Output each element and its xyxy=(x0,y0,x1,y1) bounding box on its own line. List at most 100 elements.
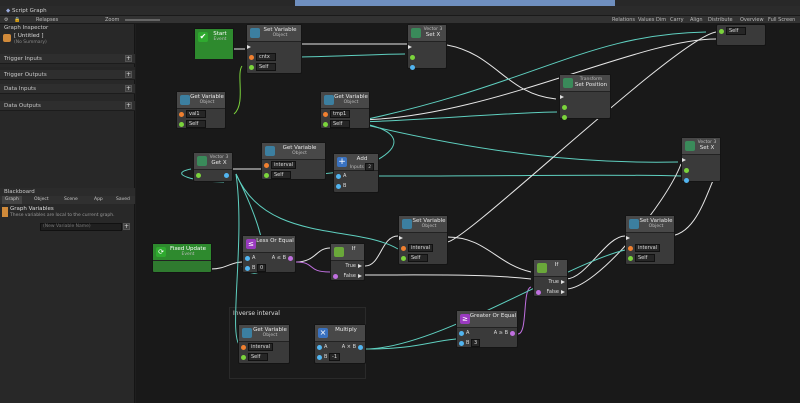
object-port[interactable] xyxy=(719,29,724,34)
vector3-set-x-node[interactable]: Vector 3 Set X xyxy=(681,137,721,183)
flow-input-port[interactable] xyxy=(247,45,251,49)
condition-port[interactable] xyxy=(333,274,338,279)
variable-scope[interactable]: Object xyxy=(259,33,301,38)
string-port[interactable] xyxy=(241,345,246,350)
variable-scope[interactable]: Object xyxy=(411,224,447,229)
add-variable-button[interactable]: + xyxy=(123,223,130,230)
add-node[interactable]: + Add Inputs 2 A B xyxy=(333,153,379,193)
flow-input-port[interactable] xyxy=(408,45,412,49)
new-variable-input[interactable]: (New Variable Name) xyxy=(40,223,122,231)
flow-input-port[interactable] xyxy=(626,236,630,240)
flow-input-port[interactable] xyxy=(560,95,564,99)
get-variable-node-partial[interactable]: Self xyxy=(716,24,766,46)
b-value-field[interactable]: 0 xyxy=(257,264,267,272)
tab-graph[interactable]: Graph xyxy=(2,196,22,204)
toolbar-align[interactable]: Align xyxy=(690,16,703,24)
variable-scope[interactable]: Object xyxy=(274,151,325,156)
if-node[interactable]: If True False xyxy=(533,259,568,297)
transform-set-position-node[interactable]: Transform Set Position xyxy=(559,74,611,120)
toolbar-relations[interactable]: Relations xyxy=(612,16,635,24)
add-icon[interactable]: + xyxy=(125,55,132,62)
flow-input-port[interactable] xyxy=(682,158,686,162)
variable-name-field[interactable]: tmp1 xyxy=(330,110,350,118)
greater-or-equal-node[interactable]: ≥ Greater Or Equal A A ≥ B B 3 xyxy=(456,310,518,348)
self-field[interactable]: Self xyxy=(186,120,206,128)
get-variable-node[interactable]: Get Variable Object tmp1 Self xyxy=(320,91,370,129)
add-icon[interactable]: + xyxy=(125,71,132,78)
variable-name-field[interactable]: interval xyxy=(271,161,297,169)
true-output-port[interactable] xyxy=(358,264,362,268)
vector-port[interactable] xyxy=(196,173,201,178)
variable-name-field[interactable]: interval xyxy=(408,244,434,252)
x-port[interactable] xyxy=(684,178,689,183)
b-value-field[interactable]: -1 xyxy=(329,353,341,361)
condition-port[interactable] xyxy=(536,290,541,295)
variable-name-field[interactable]: interval xyxy=(635,244,661,252)
zoom-slider[interactable] xyxy=(125,19,160,21)
string-port[interactable] xyxy=(323,112,328,117)
string-port[interactable] xyxy=(628,246,633,251)
a-port[interactable] xyxy=(336,174,341,179)
object-port[interactable] xyxy=(241,355,246,360)
variable-name-field[interactable]: interval xyxy=(248,343,274,351)
set-variable-node[interactable]: Set Variable Object interval Self xyxy=(625,215,675,265)
float-output-port[interactable] xyxy=(358,345,363,350)
variable-name-field[interactable]: cntx xyxy=(256,53,276,61)
toolbar-fullscreen[interactable]: Full Screen xyxy=(768,16,795,24)
toolbar-values[interactable]: Values xyxy=(638,16,654,24)
tab-scene[interactable]: Scene xyxy=(64,196,78,204)
variable-scope[interactable]: Object xyxy=(189,100,225,105)
string-port[interactable] xyxy=(179,112,184,117)
add-icon[interactable]: + xyxy=(125,102,132,109)
multiply-node[interactable]: × Multiply A A × B B -1 xyxy=(314,324,366,364)
self-field[interactable]: Self xyxy=(256,63,276,71)
object-port[interactable] xyxy=(179,122,184,127)
start-event-node[interactable]: ✔ Start Event xyxy=(194,28,234,59)
false-output-port[interactable] xyxy=(358,274,362,278)
toolbar-overview[interactable]: Overview xyxy=(740,16,764,24)
value-port[interactable] xyxy=(562,115,567,120)
graph-title[interactable]: [ Untitled ] xyxy=(14,33,44,39)
fixed-update-event-node[interactable]: ⟳ Fixed Update Event xyxy=(152,243,212,273)
vector-port[interactable] xyxy=(410,55,415,60)
x-port[interactable] xyxy=(410,65,415,70)
b-port[interactable] xyxy=(245,266,250,271)
a-port[interactable] xyxy=(245,256,250,261)
self-field[interactable]: Self xyxy=(635,254,655,262)
toolbar-breadcrumb[interactable]: Relapses xyxy=(36,16,58,24)
get-variable-node[interactable]: Get Variable Object interval Self xyxy=(238,324,290,364)
a-port[interactable] xyxy=(459,331,464,336)
object-port[interactable] xyxy=(249,65,254,70)
target-port[interactable] xyxy=(562,105,567,110)
bool-output-port[interactable] xyxy=(288,256,293,261)
if-node[interactable]: If True False xyxy=(330,243,365,281)
gear-icon[interactable]: ⚙ xyxy=(4,16,8,24)
vector3-get-x-node[interactable]: Vector 3 Get X xyxy=(193,152,233,182)
tab-saved[interactable]: Saved xyxy=(116,196,130,204)
b-value-field[interactable]: 3 xyxy=(471,339,481,347)
add-icon[interactable]: + xyxy=(125,85,132,92)
script-graph-tab[interactable]: ◆ Script Graph xyxy=(2,6,51,16)
object-port[interactable] xyxy=(323,122,328,127)
graph-canvas[interactable]: Inverse interval ✔ Start Event Set Varia… xyxy=(136,24,800,403)
graph-summary[interactable]: (No Summary) xyxy=(14,40,47,45)
lock-icon[interactable]: 🔒 xyxy=(14,16,20,24)
flow-input-port[interactable] xyxy=(399,236,403,240)
variable-scope[interactable]: Object xyxy=(638,224,674,229)
variable-name-field[interactable]: val1 xyxy=(186,110,206,118)
toolbar-dim[interactable]: Dim xyxy=(656,16,666,24)
vector-port[interactable] xyxy=(684,168,689,173)
get-variable-node[interactable]: Get Variable Object interval Self xyxy=(261,142,326,180)
true-output-port[interactable] xyxy=(561,280,565,284)
less-or-equal-node[interactable]: ≤ Less Or Equal A A ≤ B B 0 xyxy=(242,235,296,273)
self-field[interactable]: Self xyxy=(726,27,746,35)
inputs-count-field[interactable]: 2 xyxy=(365,163,375,171)
toolbar-carry[interactable]: Carry xyxy=(670,16,684,24)
set-variable-node[interactable]: Set Variable Object interval Self xyxy=(398,215,448,265)
x-output-port[interactable] xyxy=(224,173,229,178)
tab-object[interactable]: Object xyxy=(34,196,49,204)
self-field[interactable]: Self xyxy=(408,254,428,262)
string-port[interactable] xyxy=(264,163,269,168)
set-variable-node[interactable]: Set Variable Object cntx Self xyxy=(246,24,302,74)
string-port[interactable] xyxy=(401,246,406,251)
